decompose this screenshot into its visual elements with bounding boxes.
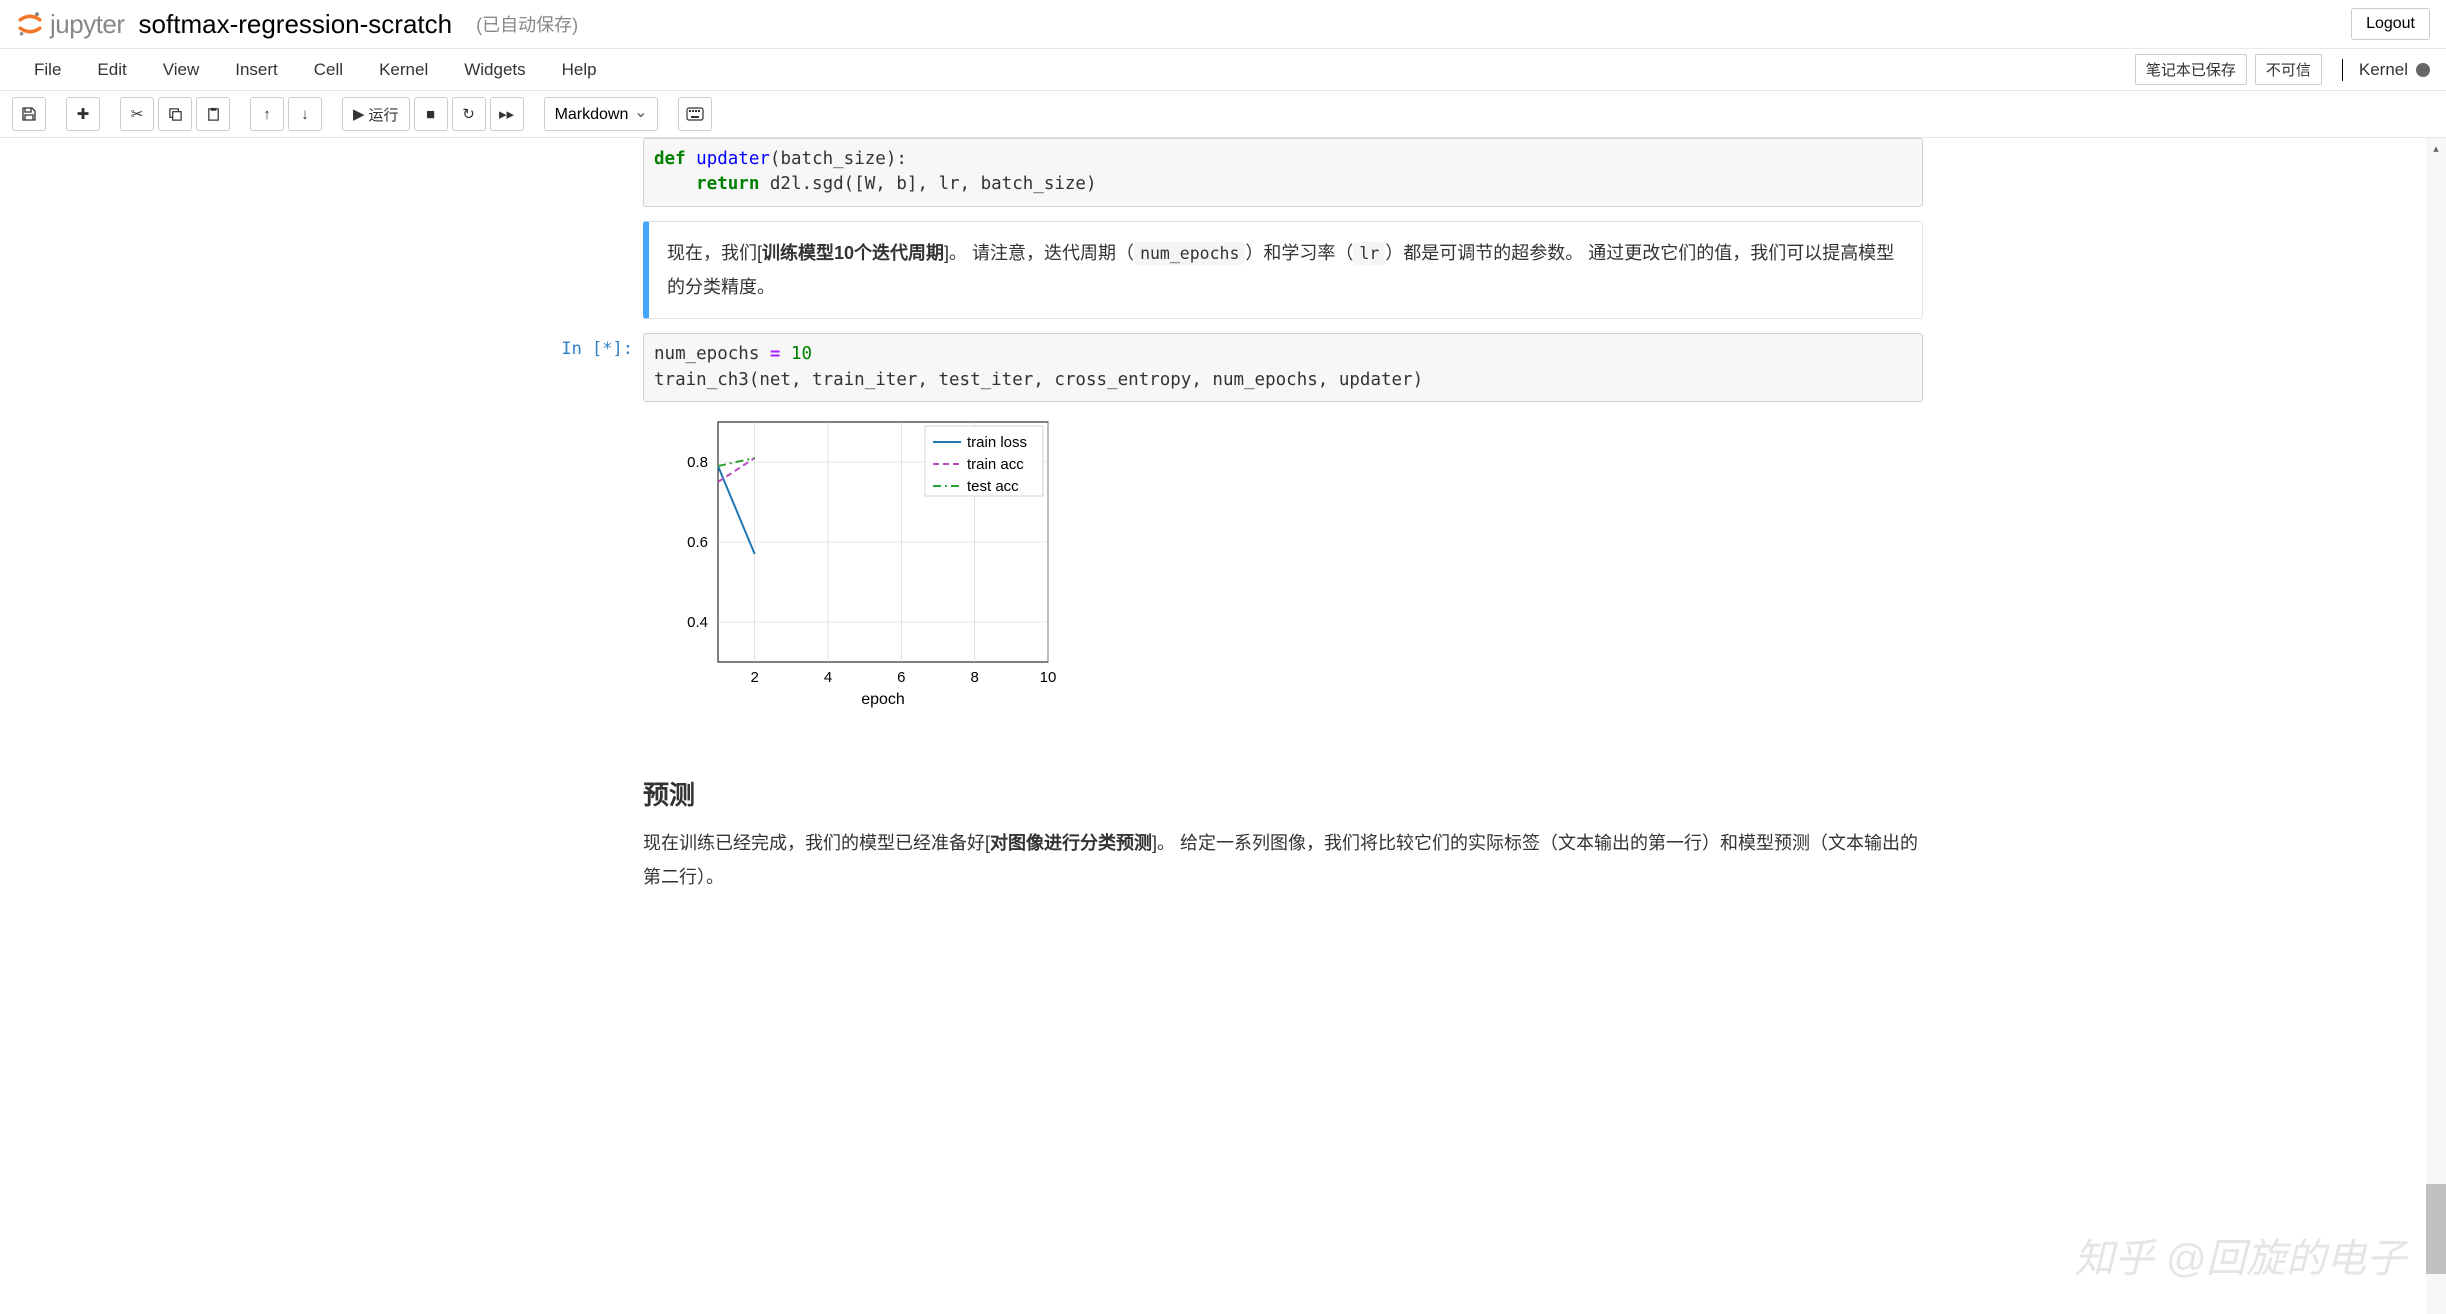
plus-icon: ✚ (77, 105, 90, 123)
trust-status[interactable]: 不可信 (2255, 54, 2322, 85)
scrollbar[interactable]: ▴ (2426, 138, 2446, 1314)
prompt (523, 745, 643, 894)
training-chart: 2 4 6 8 10 0.4 0.6 0.8 epoch train loss train acc t… (663, 412, 1063, 712)
save-icon (21, 106, 37, 122)
play-icon: ▶ (353, 105, 365, 123)
svg-text:10: 10 (1040, 669, 1057, 686)
copy-button[interactable] (158, 97, 192, 131)
jupyter-icon (16, 10, 44, 38)
kernel-status: Kernel (2342, 59, 2430, 81)
restart-icon: ↻ (462, 105, 475, 123)
copy-icon (168, 107, 183, 122)
move-down-button[interactable]: ↓ (288, 97, 322, 131)
run-button[interactable]: ▶运行 (342, 97, 410, 131)
watermark: 知乎 @回旋的电子 (2074, 1226, 2406, 1284)
code-input[interactable]: num_epochs = 10 train_ch3(net, train_ite… (643, 333, 1923, 402)
svg-text:6: 6 (897, 669, 905, 686)
notebook-name[interactable]: softmax-regression-scratch (139, 9, 453, 40)
menu-view[interactable]: View (145, 50, 218, 90)
svg-text:4: 4 (824, 669, 832, 686)
markdown-text: 现在训练已经完成，我们的模型已经准备好[对图像进行分类预测]。 给定一系列图像，… (643, 826, 1923, 894)
menu-edit[interactable]: Edit (79, 50, 144, 90)
logout-button[interactable]: Logout (2351, 8, 2430, 40)
run-all-button[interactable]: ▸▸ (490, 97, 524, 131)
autosave-status: (已自动保存) (476, 11, 578, 37)
cell-type-select[interactable]: Markdown (544, 97, 658, 131)
kernel-label: Kernel (2359, 60, 2408, 80)
cut-icon: ✂ (131, 105, 144, 123)
prompt (523, 221, 643, 319)
code-cell[interactable]: In [*]: num_epochs = 10 train_ch3(net, t… (523, 333, 1923, 715)
interrupt-button[interactable]: ■ (414, 97, 448, 131)
code-input[interactable]: def updater(batch_size): return d2l.sgd(… (643, 138, 1923, 207)
scroll-up-icon[interactable]: ▴ (2426, 138, 2446, 158)
stop-icon: ■ (426, 106, 435, 123)
markdown-content[interactable]: 现在，我们[训练模型10个迭代周期]。 请注意，迭代周期（num_epochs）… (643, 221, 1923, 319)
toolbar: ✚ ✂ ↑ ↓ ▶运行 ■ ↻ ▸▸ Markdown (0, 91, 2446, 138)
arrow-up-icon: ↑ (263, 106, 271, 123)
paste-button[interactable] (196, 97, 230, 131)
move-up-button[interactable]: ↑ (250, 97, 284, 131)
svg-text:0.6: 0.6 (687, 534, 708, 551)
prompt-running: In [*]: (523, 333, 643, 715)
svg-text:0.8: 0.8 (687, 454, 708, 471)
svg-text:epoch: epoch (861, 691, 905, 708)
save-status[interactable]: 笔记本已保存 (2135, 54, 2247, 85)
svg-text:0.4: 0.4 (687, 614, 708, 631)
menu-file[interactable]: File (16, 50, 79, 90)
menu-kernel[interactable]: Kernel (361, 50, 446, 90)
svg-text:2: 2 (750, 669, 758, 686)
menubar: FileEditViewInsertCellKernelWidgetsHelp … (0, 49, 2446, 91)
header: jupyter softmax-regression-scratch (已自动保… (0, 0, 2446, 49)
markdown-cell[interactable]: 现在，我们[训练模型10个迭代周期]。 请注意，迭代周期（num_epochs）… (523, 221, 1923, 319)
command-palette-button[interactable] (678, 97, 712, 131)
arrow-down-icon: ↓ (301, 106, 309, 123)
add-cell-button[interactable]: ✚ (66, 97, 100, 131)
scroll-thumb[interactable] (2426, 1184, 2446, 1274)
restart-button[interactable]: ↻ (452, 97, 486, 131)
keyboard-icon (686, 107, 704, 121)
menu-help[interactable]: Help (544, 50, 615, 90)
svg-text:test acc: test acc (967, 478, 1019, 495)
kernel-indicator-icon (2416, 63, 2430, 77)
heading-prediction: 预测 (643, 775, 1923, 812)
svg-text:train loss: train loss (967, 434, 1027, 451)
cut-button[interactable]: ✂ (120, 97, 154, 131)
svg-text:8: 8 (970, 669, 978, 686)
menu-cell[interactable]: Cell (296, 50, 361, 90)
prompt (523, 138, 643, 207)
code-cell[interactable]: def updater(batch_size): return d2l.sgd(… (523, 138, 1923, 207)
logo-text: jupyter (50, 9, 125, 40)
output-area: 2 4 6 8 10 0.4 0.6 0.8 epoch train loss train acc t… (643, 402, 1923, 715)
menu-insert[interactable]: Insert (217, 50, 296, 90)
menu-widgets[interactable]: Widgets (446, 50, 543, 90)
notebook: def updater(batch_size): return d2l.sgd(… (483, 138, 1963, 942)
paste-icon (206, 107, 221, 122)
markdown-cell[interactable]: 预测 现在训练已经完成，我们的模型已经准备好[对图像进行分类预测]。 给定一系列… (523, 745, 1923, 894)
fast-forward-icon: ▸▸ (499, 105, 514, 123)
save-button[interactable] (12, 97, 46, 131)
jupyter-logo[interactable]: jupyter (16, 9, 125, 40)
svg-text:train acc: train acc (967, 456, 1024, 473)
